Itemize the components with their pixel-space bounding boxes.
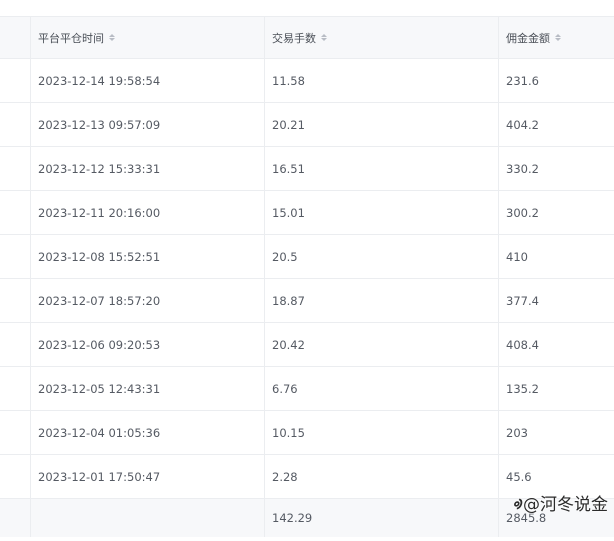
cell-commission: 135.2 bbox=[498, 367, 614, 410]
cell-lots: 20.42 bbox=[264, 323, 498, 366]
cell-commission: 300.2 bbox=[498, 191, 614, 234]
cell-lots: 2.28 bbox=[264, 455, 498, 498]
table-header: 平台平仓时间 交易手数 佣金金额 bbox=[0, 16, 614, 59]
cell-lots: 11.58 bbox=[264, 59, 498, 102]
cell-lots: 10.15 bbox=[264, 411, 498, 454]
cell-commission: 404.2 bbox=[498, 103, 614, 146]
table-row: 2023-12-07 18:57:20 18.87 377.4 bbox=[0, 279, 614, 323]
cell-close-time: 2023-12-06 09:20:53 bbox=[30, 323, 264, 366]
row-leading-cell bbox=[0, 235, 30, 278]
summary-total-lots: 142.29 bbox=[264, 499, 498, 537]
cell-commission: 410 bbox=[498, 235, 614, 278]
cell-lots: 6.76 bbox=[264, 367, 498, 410]
row-leading-cell bbox=[0, 367, 30, 410]
row-leading-cell bbox=[0, 147, 30, 190]
row-leading-cell bbox=[0, 191, 30, 234]
row-leading-cell bbox=[0, 455, 30, 498]
watermark: ᢀ @河冬说金 bbox=[512, 489, 608, 515]
row-leading-cell bbox=[0, 323, 30, 366]
column-header-label: 佣金金额 bbox=[506, 31, 550, 45]
row-leading-cell bbox=[0, 499, 30, 537]
cell-commission: 330.2 bbox=[498, 147, 614, 190]
cell-commission: 203 bbox=[498, 411, 614, 454]
column-header-lots[interactable]: 交易手数 bbox=[264, 17, 498, 58]
cell-lots: 18.87 bbox=[264, 279, 498, 322]
commission-table: 平台平仓时间 交易手数 佣金金额 2023-12-14 19:58:54 11.… bbox=[0, 16, 614, 537]
cell-close-time: 2023-12-01 17:50:47 bbox=[30, 455, 264, 498]
table-row: 2023-12-14 19:58:54 11.58 231.6 bbox=[0, 59, 614, 103]
sort-icon[interactable] bbox=[109, 34, 115, 41]
cell-lots: 15.01 bbox=[264, 191, 498, 234]
summary-cell-blank bbox=[30, 499, 264, 537]
table-row: 2023-12-08 15:52:51 20.5 410 bbox=[0, 235, 614, 279]
cell-commission: 377.4 bbox=[498, 279, 614, 322]
watermark-logo-icon: ᢀ bbox=[512, 496, 521, 514]
column-header-close-time[interactable]: 平台平仓时间 bbox=[30, 17, 264, 58]
cell-close-time: 2023-12-11 20:16:00 bbox=[30, 191, 264, 234]
cell-close-time: 2023-12-04 01:05:36 bbox=[30, 411, 264, 454]
cell-close-time: 2023-12-12 15:33:31 bbox=[30, 147, 264, 190]
column-header-label: 交易手数 bbox=[272, 31, 316, 45]
cell-commission: 231.6 bbox=[498, 59, 614, 102]
cell-close-time: 2023-12-07 18:57:20 bbox=[30, 279, 264, 322]
watermark-text: @河冬说金 bbox=[523, 494, 608, 515]
cell-commission: 408.4 bbox=[498, 323, 614, 366]
row-leading-cell bbox=[0, 59, 30, 102]
sort-icon[interactable] bbox=[321, 34, 327, 41]
cell-lots: 20.5 bbox=[264, 235, 498, 278]
cell-lots: 16.51 bbox=[264, 147, 498, 190]
header-cell-blank bbox=[0, 17, 30, 58]
cell-close-time: 2023-12-05 12:43:31 bbox=[30, 367, 264, 410]
cell-close-time: 2023-12-13 09:57:09 bbox=[30, 103, 264, 146]
table-row: 2023-12-05 12:43:31 6.76 135.2 bbox=[0, 367, 614, 411]
table-row: 2023-12-04 01:05:36 10.15 203 bbox=[0, 411, 614, 455]
table-row: 2023-12-11 20:16:00 15.01 300.2 bbox=[0, 191, 614, 235]
table-row: 2023-12-12 15:33:31 16.51 330.2 bbox=[0, 147, 614, 191]
row-leading-cell bbox=[0, 411, 30, 454]
table-row: 2023-12-06 09:20:53 20.42 408.4 bbox=[0, 323, 614, 367]
cell-lots: 20.21 bbox=[264, 103, 498, 146]
column-header-label: 平台平仓时间 bbox=[38, 31, 104, 45]
sort-icon[interactable] bbox=[555, 34, 561, 41]
table-row: 2023-12-13 09:57:09 20.21 404.2 bbox=[0, 103, 614, 147]
row-leading-cell bbox=[0, 279, 30, 322]
cell-close-time: 2023-12-08 15:52:51 bbox=[30, 235, 264, 278]
row-leading-cell bbox=[0, 103, 30, 146]
column-header-commission[interactable]: 佣金金额 bbox=[498, 17, 614, 58]
cell-close-time: 2023-12-14 19:58:54 bbox=[30, 59, 264, 102]
